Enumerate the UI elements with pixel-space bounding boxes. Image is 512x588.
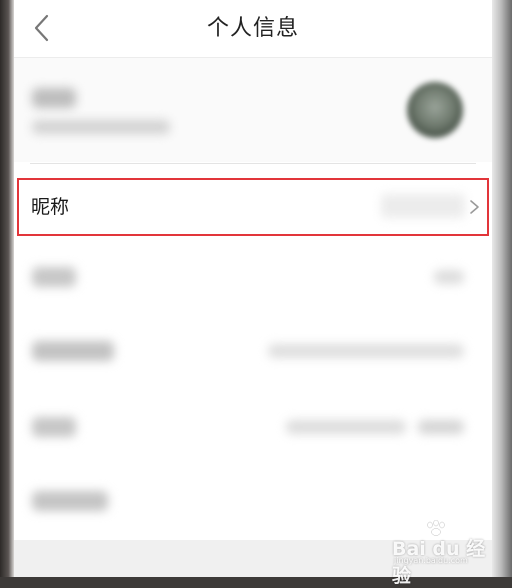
chevron-right-icon	[470, 200, 479, 214]
settings-list	[14, 240, 492, 538]
nickname-label: 昵称	[31, 196, 70, 218]
list-item[interactable]	[14, 240, 492, 314]
watermark-url: jingyan.baidu.com	[394, 556, 468, 565]
baidu-watermark: Bai du 经验 jingyan.baidu.com	[392, 520, 492, 587]
nav-header: 个人信息	[14, 0, 492, 58]
list-item[interactable]	[14, 390, 492, 464]
avatar[interactable]	[407, 82, 463, 138]
profile-section[interactable]	[14, 58, 492, 162]
phone-screen: 个人信息 昵称	[14, 0, 492, 577]
nickname-row[interactable]: 昵称	[17, 178, 489, 236]
nickname-value-redacted	[381, 194, 465, 218]
device-frame-right	[492, 0, 512, 577]
profile-label-redacted	[32, 88, 76, 108]
page-title: 个人信息	[206, 16, 299, 41]
divider	[30, 163, 476, 164]
profile-sublabel-redacted	[32, 120, 170, 134]
list-item[interactable]	[14, 314, 492, 388]
device-frame-left	[0, 0, 14, 577]
